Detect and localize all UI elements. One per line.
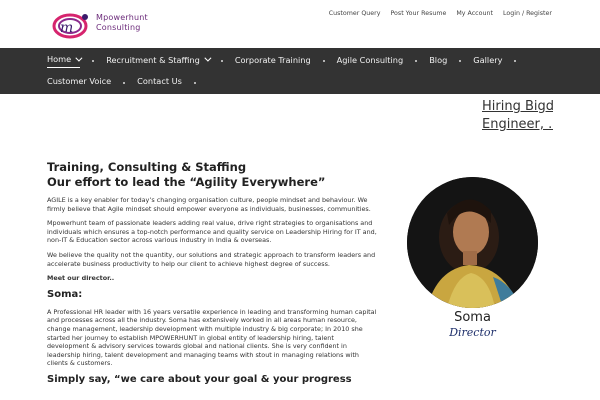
nav-item-label: Home — [47, 54, 72, 64]
brand-name-line2: Consulting — [96, 23, 141, 32]
director-photo — [407, 177, 538, 308]
nav-separator — [322, 60, 325, 62]
nav-item-contact-us[interactable]: Contact Us — [137, 76, 182, 89]
nav-item-label: Recruitment & Staffing — [106, 54, 200, 65]
nav-item-label: Corporate Training — [234, 54, 311, 65]
nav-row-2: Customer Voice Contact Us — [47, 76, 208, 89]
brand-name: Mpowerhunt Consulting — [96, 13, 148, 33]
quality-paragraph: We believe the quality not the quantity,… — [47, 250, 376, 268]
intro-paragraph: AGILE is a key enabler for today’s chang… — [47, 196, 371, 213]
brand-name-line1: Mpowerhunt — [96, 13, 148, 22]
nav-item-agile-consulting[interactable]: Agile Consulting — [337, 55, 404, 68]
main-content: Training, Consulting & Staffing Our effo… — [47, 160, 377, 385]
nav-item-corporate-training[interactable]: Corporate Training — [235, 55, 311, 68]
login-register-link[interactable]: Login / Register — [503, 10, 552, 17]
chevron-down-icon — [75, 54, 83, 62]
svg-text:m: m — [60, 20, 73, 36]
customer-query-link[interactable]: Customer Query — [329, 10, 381, 17]
nav-separator — [123, 81, 126, 84]
nav-separator — [193, 81, 196, 84]
nav-separator — [220, 60, 223, 62]
nav-separator — [459, 60, 462, 62]
nav-item-label: Contact Us — [137, 76, 182, 86]
scroll-line-1: Hiring Bigda — [482, 99, 553, 114]
main-nav: Home Recruitment & Staffing Corporate Tr… — [0, 48, 600, 94]
nav-separator — [514, 60, 517, 62]
director-portrait-image — [407, 177, 538, 308]
scrolling-banner: Hiring Bigda Engineer, .N — [47, 94, 553, 144]
director-heading: Soma: — [47, 288, 83, 300]
director-bio: A Professional HR leader with 16 years v… — [47, 307, 377, 368]
page-subtitle: Our effort to lead the “Agility Everywhe… — [47, 175, 326, 189]
post-resume-link[interactable]: Post Your Resume — [390, 10, 446, 17]
nav-item-home[interactable]: Home — [47, 54, 83, 68]
nav-item-blog[interactable]: Blog — [429, 55, 447, 68]
chevron-down-icon — [204, 54, 212, 62]
my-account-link[interactable]: My Account — [456, 10, 493, 17]
director-name: Soma — [454, 310, 491, 325]
nav-separator — [92, 60, 95, 62]
nav-item-label: Gallery — [473, 54, 503, 65]
nav-item-label: Customer Voice — [47, 76, 112, 86]
top-links: Customer Query Post Your Resume My Accou… — [329, 10, 552, 17]
meet-director-label: Meet our director.. — [47, 274, 115, 283]
nav-row-1: Home Recruitment & Staffing Corporate Tr… — [47, 54, 528, 68]
slogan-heading: Simply say, “we care about your goal & y… — [47, 373, 352, 385]
nav-item-label: Blog — [429, 54, 448, 65]
nav-separator — [415, 60, 418, 62]
page-title: Training, Consulting & Staffing — [47, 160, 247, 174]
top-bar: m Mpowerhunt Consulting Customer Query P… — [0, 0, 600, 48]
director-role: Director — [449, 326, 496, 339]
scroll-line-2: Engineer, .N — [482, 117, 553, 132]
scrolling-job-link[interactable]: Hiring Bigda Engineer, .N — [482, 98, 553, 134]
nav-item-recruitment[interactable]: Recruitment & Staffing — [106, 54, 212, 68]
nav-item-label: Agile Consulting — [336, 54, 404, 65]
nav-item-gallery[interactable]: Gallery — [473, 55, 502, 68]
nav-item-customer-voice[interactable]: Customer Voice — [47, 76, 111, 89]
team-paragraph: Mpowerhunt team of passionate leaders ad… — [47, 219, 377, 245]
